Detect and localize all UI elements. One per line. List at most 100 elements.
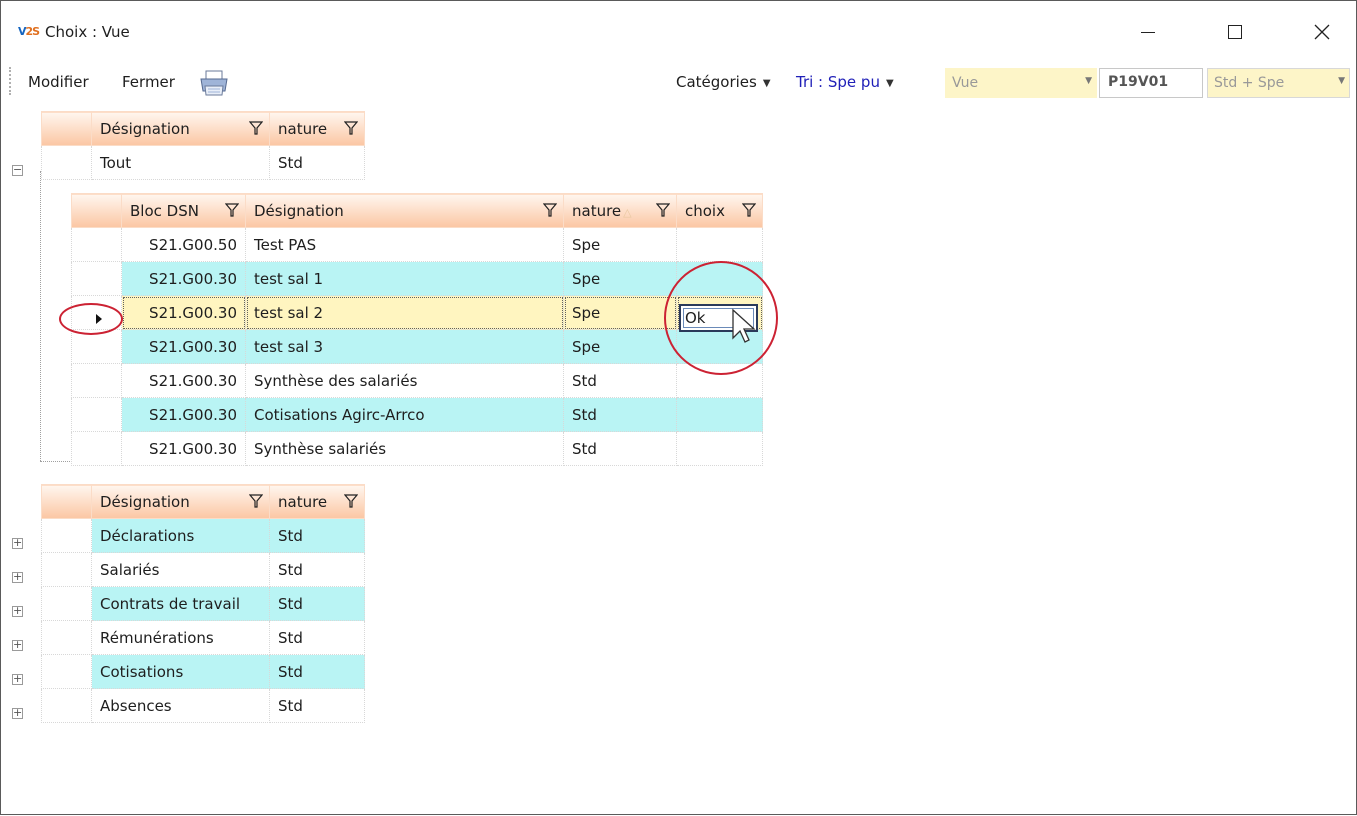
std-spe-combobox[interactable]: Std + Spe ▼ — [1207, 68, 1350, 98]
cell-bloc: S21.G00.50 — [121, 227, 246, 262]
row-selector[interactable] — [71, 227, 122, 262]
header-spacer — [41, 111, 92, 146]
minimize-icon — [1141, 31, 1155, 33]
grid-detail: Bloc DSN Désignation nature △ choix S21.G… — [71, 193, 763, 466]
cell-nature: Std — [563, 363, 677, 398]
cell-bloc: S21.G00.30 — [121, 329, 246, 364]
cell-designation: test sal 3 — [245, 329, 564, 364]
col-designation-header[interactable]: Désignation — [91, 111, 270, 146]
std-spe-combo-arrow-icon: ▼ — [1338, 76, 1345, 86]
col-nature-header[interactable]: nature △ — [563, 193, 677, 228]
tree-line — [40, 171, 41, 461]
table-row[interactable]: S21.G00.30 Synthèse des salariés Std — [71, 363, 763, 398]
filter-icon[interactable] — [543, 203, 557, 217]
cell-designation: Test PAS — [245, 227, 564, 262]
col-designation-header[interactable]: Désignation — [91, 484, 270, 519]
row-selector[interactable] — [71, 431, 122, 466]
table-row[interactable]: Tout Std — [41, 145, 365, 180]
col-nature-header[interactable]: nature — [269, 484, 365, 519]
collapse-icon[interactable]: − — [12, 164, 23, 176]
cell-nature: Spe — [563, 227, 677, 262]
cell-designation: Rémunérations — [91, 620, 270, 655]
table-row[interactable]: Absences Std — [41, 688, 365, 723]
cell-designation: Tout — [91, 145, 270, 180]
grid-header-row: Désignation nature — [41, 111, 365, 146]
cell-nature: Std — [563, 431, 677, 466]
filter-icon[interactable] — [656, 203, 670, 217]
maximize-icon — [1228, 25, 1242, 39]
row-selector[interactable] — [71, 261, 122, 296]
table-row[interactable]: Salariés Std — [41, 552, 365, 587]
col-nature-header[interactable]: nature — [269, 111, 365, 146]
tri-dropdown[interactable]: Tri : Spe pu ▼ — [796, 73, 894, 91]
code-field[interactable]: P19V01 — [1099, 68, 1203, 98]
cell-designation: Déclarations — [91, 518, 270, 553]
expand-icon[interactable]: + — [12, 639, 23, 651]
grid-area: − Désignation nature Tout Std Bloc DSN D… — [1, 111, 1356, 816]
expand-icon[interactable]: + — [12, 673, 23, 685]
header-spacer — [71, 193, 122, 228]
table-row-selected[interactable]: S21.G00.30 test sal 2 Spe — [71, 295, 763, 330]
printer-icon[interactable] — [198, 69, 230, 97]
table-row[interactable]: Cotisations Std — [41, 654, 365, 689]
filter-icon[interactable] — [225, 203, 239, 217]
expand-icon[interactable]: + — [12, 571, 23, 583]
categories-dropdown[interactable]: Catégories ▼ — [676, 73, 771, 91]
table-row[interactable]: Déclarations Std — [41, 518, 365, 553]
table-row[interactable]: S21.G00.30 test sal 1 Spe — [71, 261, 763, 296]
vue-combobox[interactable]: Vue ▼ — [945, 68, 1097, 98]
col-bloc-header[interactable]: Bloc DSN — [121, 193, 246, 228]
row-selector[interactable] — [41, 688, 92, 723]
modifier-button[interactable]: Modifier — [28, 73, 89, 91]
title-bar: V2S Choix : Vue — [1, 1, 1356, 57]
cell-designation: Salariés — [91, 552, 270, 587]
cell-designation: Cotisations Agirc-Arrco — [245, 397, 564, 432]
row-selector[interactable] — [71, 397, 122, 432]
grid-top: Désignation nature Tout Std — [41, 111, 365, 180]
table-row[interactable]: Rémunérations Std — [41, 620, 365, 655]
close-button[interactable] — [1299, 15, 1345, 49]
cell-nature: Std — [269, 552, 365, 587]
cell-bloc: S21.G00.30 — [121, 397, 246, 432]
cell-bloc: S21.G00.30 — [121, 295, 246, 330]
cell-bloc: S21.G00.30 — [121, 431, 246, 466]
grid-bottom: Désignation nature Déclarations Std Sala… — [41, 484, 365, 723]
annotation-circle-row — [59, 303, 123, 335]
col-designation-header[interactable]: Désignation — [245, 193, 564, 228]
fermer-button[interactable]: Fermer — [122, 73, 175, 91]
expand-icon[interactable]: + — [12, 707, 23, 719]
row-selector[interactable] — [41, 654, 92, 689]
toolbar-grip[interactable] — [9, 67, 11, 95]
cell-choix[interactable] — [676, 397, 763, 432]
row-selector[interactable] — [41, 620, 92, 655]
filter-icon[interactable] — [742, 203, 756, 217]
cell-nature: Std — [269, 620, 365, 655]
table-row[interactable]: S21.G00.30 Cotisations Agirc-Arrco Std — [71, 397, 763, 432]
grid-header-row: Désignation nature — [41, 484, 365, 519]
row-selector[interactable] — [41, 518, 92, 553]
expand-icon[interactable]: + — [12, 537, 23, 549]
table-row[interactable]: Contrats de travail Std — [41, 586, 365, 621]
row-selector[interactable] — [41, 552, 92, 587]
col-choix-header[interactable]: choix — [676, 193, 763, 228]
cell-designation: Synthèse salariés — [245, 431, 564, 466]
window-title: Choix : Vue — [45, 23, 130, 41]
maximize-button[interactable] — [1212, 15, 1258, 49]
expand-icon[interactable]: + — [12, 605, 23, 617]
row-selector[interactable] — [41, 145, 92, 180]
close-icon — [1314, 24, 1330, 40]
cell-designation: Contrats de travail — [91, 586, 270, 621]
filter-icon[interactable] — [249, 121, 263, 135]
table-row[interactable]: S21.G00.30 test sal 3 Spe — [71, 329, 763, 364]
cell-choix[interactable] — [676, 227, 763, 262]
cell-choix[interactable] — [676, 431, 763, 466]
toolbar: Modifier Fermer Catégories ▼ Tri : Spe pu… — [1, 63, 1356, 101]
table-row[interactable]: S21.G00.50 Test PAS Spe — [71, 227, 763, 262]
table-row[interactable]: S21.G00.30 Synthèse salariés Std — [71, 431, 763, 466]
minimize-button[interactable] — [1125, 15, 1171, 49]
filter-icon[interactable] — [249, 494, 263, 508]
row-selector[interactable] — [41, 586, 92, 621]
filter-icon[interactable] — [344, 494, 358, 508]
filter-icon[interactable] — [344, 121, 358, 135]
row-selector[interactable] — [71, 363, 122, 398]
